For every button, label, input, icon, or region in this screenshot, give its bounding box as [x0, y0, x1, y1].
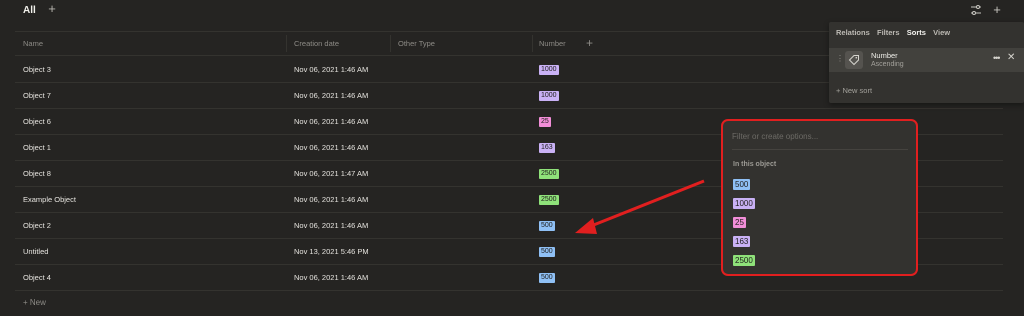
cell-creation-date[interactable]: Nov 06, 2021 1:47 AM: [294, 161, 368, 186]
filter-options-input[interactable]: Filter or create options...: [732, 130, 908, 150]
cell-creation-date[interactable]: Nov 06, 2021 1:46 AM: [294, 57, 368, 82]
options-dropdown: Filter or create options... In this obje…: [721, 119, 918, 276]
number-tag[interactable]: 1000: [539, 91, 559, 101]
cell-creation-date[interactable]: Nov 06, 2021 1:46 AM: [294, 83, 368, 108]
more-icon[interactable]: •••: [993, 53, 1001, 63]
number-tag[interactable]: 2500: [539, 169, 559, 179]
option-tag[interactable]: 163: [733, 236, 751, 247]
cell-creation-date[interactable]: Nov 13, 2021 5:46 PM: [294, 239, 369, 264]
sort-panel: Relations Filters Sorts View ⋮⋮ Number A…: [829, 22, 1024, 103]
number-tag[interactable]: 25: [539, 117, 551, 127]
cell-name[interactable]: Object 6: [23, 109, 51, 134]
cell-name[interactable]: Object 2: [23, 213, 51, 238]
column-header-other-type[interactable]: Other Type: [398, 32, 435, 55]
sort-relation-name: Number: [871, 51, 898, 60]
cell-name[interactable]: Object 3: [23, 57, 51, 82]
new-row-button[interactable]: + New: [23, 298, 46, 307]
column-header-number[interactable]: Number: [539, 32, 566, 55]
top-bar: All + +: [0, 0, 1024, 22]
cell-name[interactable]: Object 7: [23, 83, 51, 108]
cell-creation-date[interactable]: Nov 06, 2021 1:46 AM: [294, 135, 368, 160]
tab-filters[interactable]: Filters: [877, 28, 900, 37]
cell-creation-date[interactable]: Nov 06, 2021 1:46 AM: [294, 109, 368, 134]
option-tag[interactable]: 500: [733, 179, 751, 190]
cell-other-type[interactable]: [398, 265, 528, 290]
sort-direction[interactable]: Ascending: [871, 61, 904, 68]
add-column-plus-icon[interactable]: +: [586, 32, 593, 55]
column-header-creation-date[interactable]: Creation date: [294, 32, 339, 55]
number-tag[interactable]: 500: [539, 273, 555, 283]
cell-name[interactable]: Untitled: [23, 239, 48, 264]
number-tag[interactable]: 163: [539, 143, 555, 153]
column-divider[interactable]: [286, 35, 287, 52]
number-tag[interactable]: 2500: [539, 195, 559, 205]
cell-other-type[interactable]: [398, 135, 528, 160]
number-tag[interactable]: 500: [539, 247, 555, 257]
tag-icon: [845, 51, 863, 69]
cell-creation-date[interactable]: Nov 06, 2021 1:46 AM: [294, 213, 368, 238]
tab-view[interactable]: View: [933, 28, 950, 37]
new-sort-button[interactable]: + New sort: [836, 86, 872, 95]
cell-other-type[interactable]: [398, 109, 528, 134]
tab-relations[interactable]: Relations: [836, 28, 870, 37]
cell-name[interactable]: Object 1: [23, 135, 51, 160]
option-tag[interactable]: 25: [733, 217, 746, 228]
option-tag[interactable]: 2500: [733, 255, 755, 266]
close-icon[interactable]: ✕: [1007, 52, 1015, 63]
column-divider[interactable]: [390, 35, 391, 52]
number-tag[interactable]: 1000: [539, 65, 559, 75]
column-header-name[interactable]: Name: [23, 32, 43, 55]
cell-other-type[interactable]: [398, 239, 528, 264]
cell-name[interactable]: Object 8: [23, 161, 51, 186]
option-tag[interactable]: 1000: [733, 198, 755, 209]
add-object-plus-icon[interactable]: +: [990, 3, 1004, 17]
cell-other-type[interactable]: [398, 213, 528, 238]
number-tag[interactable]: 500: [539, 221, 555, 231]
view-tab-all[interactable]: All: [23, 5, 36, 16]
tab-sorts[interactable]: Sorts: [907, 28, 926, 37]
cell-name[interactable]: Example Object: [23, 187, 76, 212]
column-divider[interactable]: [532, 35, 533, 52]
cell-other-type[interactable]: [398, 187, 528, 212]
cell-other-type[interactable]: [398, 161, 528, 186]
sliders-icon[interactable]: [969, 3, 983, 17]
section-label: In this object: [733, 161, 777, 168]
add-view-plus-icon[interactable]: +: [46, 2, 58, 15]
panel-tabs: Relations Filters Sorts View: [836, 28, 955, 40]
cell-creation-date[interactable]: Nov 06, 2021 1:46 AM: [294, 187, 368, 212]
cell-name[interactable]: Object 4: [23, 265, 51, 290]
cell-other-type[interactable]: [398, 83, 528, 108]
cell-creation-date[interactable]: Nov 06, 2021 1:46 AM: [294, 265, 368, 290]
sort-item-number[interactable]: ⋮⋮ Number Ascending ••• ✕: [829, 48, 1024, 72]
cell-other-type[interactable]: [398, 57, 528, 82]
